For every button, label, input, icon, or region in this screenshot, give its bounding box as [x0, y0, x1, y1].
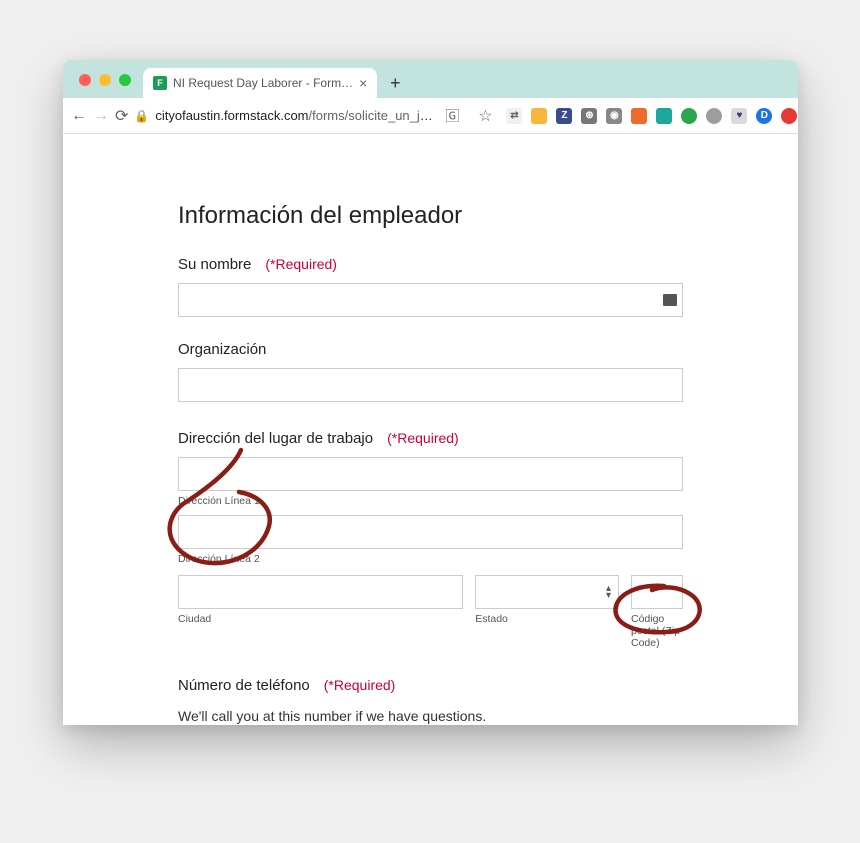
back-button[interactable]: ←: [71, 104, 87, 128]
keyboard-icon: [663, 294, 677, 306]
page-content: Información del empleador Su nombre (*Re…: [63, 134, 798, 725]
ext-green[interactable]: [681, 108, 697, 124]
chevron-updown-icon: ▴▾: [606, 585, 611, 599]
ext-camera[interactable]: ◉: [606, 108, 622, 124]
reload-button[interactable]: ⟳: [115, 104, 128, 128]
state-sublabel: Estado: [475, 613, 619, 625]
close-tab-icon[interactable]: ×: [359, 76, 367, 90]
name-input[interactable]: [178, 283, 683, 317]
browser-window: F NI Request Day Laborer - Form… × + ← →…: [63, 60, 798, 725]
address-line2-sublabel: Dirección Línea 2: [178, 553, 683, 565]
zip-input[interactable]: [631, 575, 683, 609]
required-label: (*Required): [324, 677, 396, 693]
bookmark-star-icon[interactable]: ☆: [473, 104, 497, 128]
toolbar-right-icons: 🄶 ☆ ⇄ Z ⊛ ◉ ♥ D: [440, 104, 797, 128]
field-address: Dirección del lugar de trabajo (*Require…: [178, 430, 683, 649]
address-line1-input[interactable]: [178, 457, 683, 491]
organization-input[interactable]: [178, 368, 683, 402]
zip-sublabel: Código postal (Zip Code): [631, 613, 683, 649]
extension-icons: ⇄ Z ⊛ ◉ ♥ D: [506, 108, 797, 124]
browser-toolbar: ← → ⟳ 🔒 cityofaustin.formstack.com/forms…: [63, 98, 798, 134]
tab-strip: F NI Request Day Laborer - Form… × +: [63, 60, 798, 98]
translate-icon[interactable]: 🄶: [440, 104, 464, 128]
employer-form: Información del empleador Su nombre (*Re…: [63, 134, 798, 725]
ext-yellow[interactable]: [531, 108, 547, 124]
org-label: Organización: [178, 341, 266, 358]
close-window-button[interactable]: [79, 74, 91, 86]
maximize-window-button[interactable]: [119, 74, 131, 86]
ext-teal[interactable]: [656, 108, 672, 124]
tab-title: NI Request Day Laborer - Form…: [173, 76, 353, 90]
browser-tab[interactable]: F NI Request Day Laborer - Form… ×: [143, 68, 377, 98]
address-label: Dirección del lugar de trabajo: [178, 430, 373, 447]
ext-red[interactable]: [781, 108, 797, 124]
field-phone: Número de teléfono (*Required) We'll cal…: [178, 677, 683, 725]
profile-d[interactable]: D: [756, 108, 772, 124]
required-label: (*Required): [387, 430, 459, 446]
city-sublabel: Ciudad: [178, 613, 463, 625]
name-label: Su nombre: [178, 256, 251, 273]
ext-globe[interactable]: ⊛: [581, 108, 597, 124]
new-tab-button[interactable]: +: [381, 69, 409, 97]
field-name: Su nombre (*Required): [178, 256, 683, 317]
ext-gray[interactable]: [706, 108, 722, 124]
ext-orange[interactable]: [631, 108, 647, 124]
phone-helper-text: We'll call you at this number if we have…: [178, 708, 683, 724]
ext-heart[interactable]: ♥: [731, 108, 747, 124]
minimize-window-button[interactable]: [99, 74, 111, 86]
translate-icon[interactable]: ⇄: [506, 108, 522, 124]
state-select[interactable]: [475, 575, 619, 609]
phone-label: Número de teléfono: [178, 677, 310, 694]
form-heading: Información del empleador: [178, 202, 683, 230]
url-text: cityofaustin.formstack.com/forms/solicit…: [155, 108, 434, 123]
address-line2-input[interactable]: [178, 515, 683, 549]
required-label: (*Required): [265, 256, 337, 272]
forward-button[interactable]: →: [93, 104, 109, 128]
field-organization: Organización: [178, 341, 683, 402]
tab-favicon: F: [153, 76, 167, 90]
city-input[interactable]: [178, 575, 463, 609]
window-controls: [71, 74, 139, 98]
address-line1-sublabel: Dirección Línea 1: [178, 495, 683, 507]
lock-icon: 🔒: [134, 109, 149, 123]
address-bar[interactable]: 🔒 cityofaustin.formstack.com/forms/solic…: [134, 108, 434, 123]
ext-z[interactable]: Z: [556, 108, 572, 124]
